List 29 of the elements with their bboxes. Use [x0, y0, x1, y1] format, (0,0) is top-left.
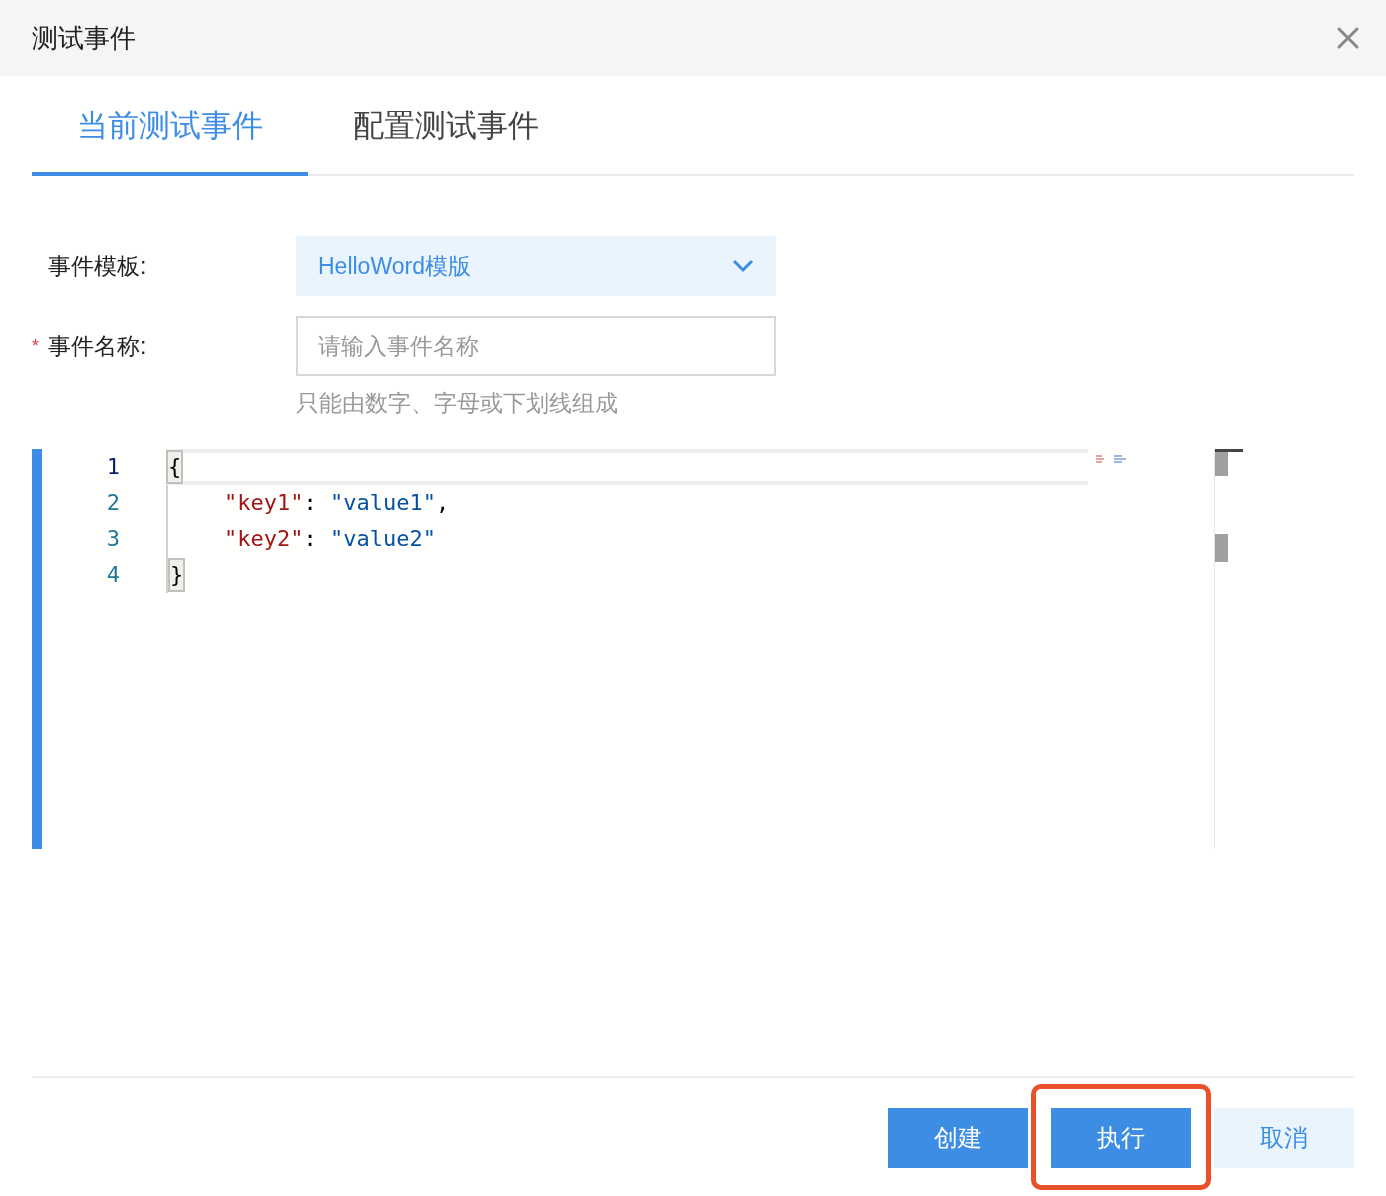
required-mark: *	[32, 334, 40, 358]
code-token: "value1"	[330, 488, 436, 517]
field-hint: 只能由数字、字母或下划线组成	[296, 389, 619, 418]
primary-button[interactable]: 执行	[1051, 1108, 1191, 1168]
code-token: :	[303, 524, 318, 553]
line-number: 2	[106, 488, 120, 517]
tab[interactable]: 当前测试事件	[32, 76, 308, 176]
code-token: "value2"	[330, 524, 436, 553]
dialog-title: 测试事件	[32, 21, 136, 55]
code-token: "key1"	[224, 488, 304, 517]
code-token: :	[303, 488, 318, 517]
code-token: ,	[435, 488, 450, 517]
code-token: "key2"	[224, 524, 304, 553]
field-label: 事件模板:	[48, 251, 147, 281]
line-number: 1	[106, 452, 120, 481]
line-number: 3	[106, 524, 120, 553]
tab[interactable]: 配置测试事件	[308, 76, 584, 176]
scrollbar[interactable]	[1214, 448, 1242, 849]
field-label: 事件名称:	[48, 331, 147, 361]
secondary-button[interactable]: 取消	[1214, 1108, 1354, 1168]
chevron-down-icon	[732, 259, 754, 273]
code-bracket: }	[168, 557, 186, 592]
line-number: 4	[106, 560, 120, 589]
close-icon[interactable]	[1336, 26, 1360, 50]
code-bracket: {	[166, 449, 184, 484]
code-editor[interactable]: 1 { 2 "key1": "value1", 3 "key2": "value2" 4 }	[32, 448, 1242, 849]
template-select[interactable]: HelloWord模版	[296, 236, 776, 296]
event-name-input[interactable]: 请输入事件名称	[296, 316, 776, 376]
primary-button[interactable]: 创建	[888, 1108, 1028, 1168]
